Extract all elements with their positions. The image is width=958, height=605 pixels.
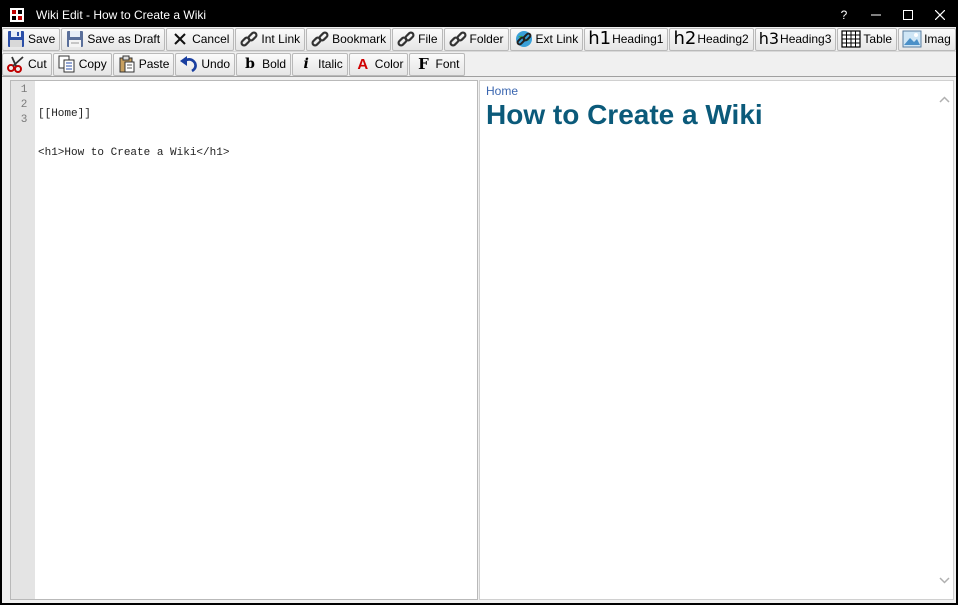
color-button[interactable]: A Color <box>348 52 409 76</box>
save-button[interactable]: Save <box>2 27 61 51</box>
scissors-icon <box>6 54 26 74</box>
window-controls: ? <box>828 2 956 27</box>
font-button[interactable]: F Font <box>409 52 465 76</box>
copy-label: Copy <box>78 57 107 71</box>
font-icon: F <box>418 55 429 73</box>
line-number: 1 <box>20 84 28 96</box>
bold-icon: b <box>245 56 255 72</box>
scroll-down-icon[interactable] <box>938 574 951 587</box>
save-as-draft-button[interactable]: Save as Draft <box>61 27 166 51</box>
code-line: <h1>How to Create a Wiki</h1> <box>38 147 230 159</box>
primary-toolbar: Save Save as Draft Cancel Int Link Bookm… <box>2 27 956 52</box>
copy-pages-icon <box>57 54 77 74</box>
floppy-disk-icon <box>6 29 26 49</box>
bold-button[interactable]: b Bold <box>236 52 292 76</box>
undo-label: Undo <box>201 57 231 71</box>
help-button[interactable]: ? <box>828 2 860 27</box>
app-icon <box>10 7 24 22</box>
table-button[interactable]: Table <box>837 27 898 51</box>
heading2-icon: h2 <box>673 28 697 49</box>
heading1-icon: h1 <box>588 28 612 49</box>
window-title: Wiki Edit - How to Create a Wiki <box>36 7 207 22</box>
int-link-label: Int Link <box>261 32 301 46</box>
scroll-up-icon[interactable] <box>938 93 951 106</box>
title-bar: Wiki Edit - How to Create a Wiki ? <box>2 2 956 27</box>
close-button[interactable] <box>924 2 956 27</box>
file-label: File <box>418 32 438 46</box>
bold-label: Bold <box>262 57 287 71</box>
clipboard-icon <box>117 54 137 74</box>
chain-link-icon <box>310 29 330 49</box>
int-link-button[interactable]: Int Link <box>235 27 306 51</box>
chain-link-icon <box>239 29 259 49</box>
ext-link-label: Ext Link <box>535 32 579 46</box>
save-as-draft-label: Save as Draft <box>87 32 161 46</box>
italic-icon: i <box>303 56 309 72</box>
preview-scrollbar[interactable] <box>936 81 953 599</box>
heading2-button[interactable]: h2 Heading2 <box>669 27 754 51</box>
folder-label: Folder <box>469 32 504 46</box>
image-label: Imag <box>924 32 951 46</box>
color-label: Color <box>374 57 404 71</box>
cancel-button[interactable]: Cancel <box>166 27 235 51</box>
heading3-icon: h3 <box>758 29 780 48</box>
undo-arrow-icon <box>179 54 199 74</box>
chain-link-icon <box>396 29 416 49</box>
heading2-label: Heading2 <box>697 32 749 46</box>
source-code[interactable]: [[Home]] <h1>How to Create a Wiki</h1> <box>38 83 229 224</box>
cut-button[interactable]: Cut <box>2 52 52 76</box>
globe-link-icon <box>514 29 534 49</box>
font-label: Font <box>435 57 460 71</box>
cancel-label: Cancel <box>192 32 230 46</box>
copy-button[interactable]: Copy <box>52 52 112 76</box>
heading3-button[interactable]: h3 Heading3 <box>754 27 837 51</box>
minimize-icon <box>871 14 881 15</box>
line-number-gutter: 1 2 3 <box>11 81 35 599</box>
chain-link-icon <box>448 29 468 49</box>
color-icon: A <box>357 55 369 73</box>
heading3-label: Heading3 <box>780 32 832 46</box>
file-button[interactable]: File <box>392 27 443 51</box>
wiki-edit-window: Wiki Edit - How to Create a Wiki ? Save <box>0 0 958 605</box>
x-icon <box>170 29 190 49</box>
picture-icon <box>902 29 922 49</box>
heading1-button[interactable]: h1 Heading1 <box>584 27 669 51</box>
secondary-toolbar: Cut Copy Paste Undo b Bold i Italic A Co… <box>2 52 956 77</box>
italic-label: Italic <box>318 57 343 71</box>
italic-button[interactable]: i Italic <box>292 52 348 76</box>
breadcrumb-home-link[interactable]: Home <box>486 84 518 98</box>
save-label: Save <box>28 32 56 46</box>
image-button[interactable]: Imag <box>898 27 956 51</box>
paste-button[interactable]: Paste <box>112 52 175 76</box>
minimize-button[interactable] <box>860 2 892 27</box>
close-icon <box>935 9 945 20</box>
ext-link-button[interactable]: Ext Link <box>509 27 584 51</box>
bookmark-label: Bookmark <box>332 32 387 46</box>
paste-label: Paste <box>138 57 170 71</box>
cut-label: Cut <box>28 57 47 71</box>
help-label: ? <box>840 7 848 22</box>
heading1-label: Heading1 <box>612 32 664 46</box>
code-line: [[Home]] <box>38 108 91 120</box>
line-number: 2 <box>20 99 28 111</box>
table-grid-icon <box>841 29 862 49</box>
wiki-preview-pane: Home How to Create a Wiki <box>479 80 954 600</box>
wiki-source-editor[interactable]: 1 2 3 [[Home]] <h1>How to Create a Wiki<… <box>10 80 478 600</box>
preview-heading: How to Create a Wiki <box>486 99 763 130</box>
folder-button[interactable]: Folder <box>443 27 509 51</box>
maximize-button[interactable] <box>892 2 924 27</box>
line-number: 3 <box>20 114 28 126</box>
table-label: Table <box>863 32 893 46</box>
maximize-icon <box>903 9 913 20</box>
floppy-disk-draft-icon <box>65 29 85 49</box>
bookmark-button[interactable]: Bookmark <box>306 27 392 51</box>
undo-button[interactable]: Undo <box>175 52 236 76</box>
